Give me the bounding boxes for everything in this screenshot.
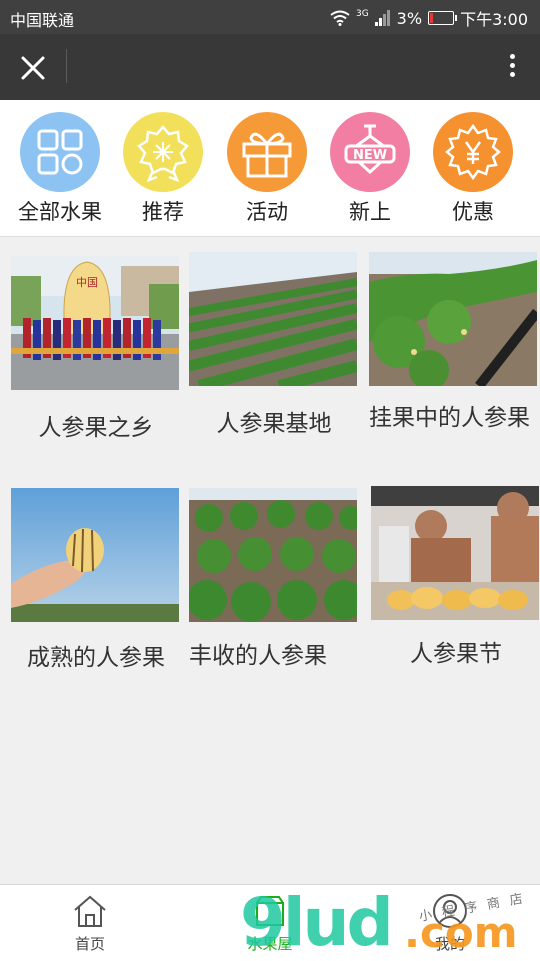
category-label: 全部水果 [18, 200, 102, 224]
category-bar: 全部水果 推荐 活动 NEW 新上 优惠 [0, 100, 540, 237]
carrier-name: 中国联通 [10, 11, 75, 30]
yen-coupon-icon [433, 112, 513, 192]
clock: 下午3:00 [460, 10, 528, 29]
category-new[interactable]: NEW 新上 [320, 112, 420, 226]
nav-bar [0, 34, 540, 100]
product-title: 成熟的人参果 [27, 645, 165, 671]
battery-percent: 3% [396, 8, 423, 28]
tab-home[interactable]: 首页 [0, 885, 180, 961]
tab-label: 水果屋 [247, 935, 293, 953]
category-label: 活动 [246, 200, 288, 224]
product-image [369, 252, 537, 386]
product-title: 挂果中的人参果 [369, 405, 530, 431]
product-image [371, 486, 539, 620]
status-bar: 中国联通 3G 3% 下午3:00 [0, 0, 540, 34]
gift-icon [227, 112, 307, 192]
tab-fruit-shop[interactable]: 水果屋 [180, 885, 360, 961]
wifi-icon [330, 10, 350, 26]
battery-icon [428, 11, 458, 25]
category-recommended[interactable]: 推荐 [113, 112, 213, 226]
nav-divider [66, 49, 67, 83]
category-activities[interactable]: 活动 [217, 112, 317, 226]
status-icons: 3G 3% 下午3:00 [330, 6, 528, 30]
svg-text:NEW: NEW [353, 148, 387, 163]
product-title: 人参果之乡 [38, 415, 154, 441]
shop-icon [256, 896, 284, 926]
product-title: 人参果基地 [216, 411, 332, 437]
more-vertical-icon [502, 54, 522, 77]
signal-icon [374, 10, 390, 26]
tab-bar: 首页 水果屋 我的 [0, 884, 540, 961]
product-card[interactable]: 人参果节 [371, 486, 540, 670]
tab-label: 我的 [434, 935, 465, 953]
product-card[interactable]: 人参果基地 [189, 252, 359, 440]
user-icon [433, 894, 467, 928]
svg-text:中国: 中国 [76, 276, 98, 289]
product-card[interactable]: 丰收的人参果 [189, 488, 359, 672]
tab-me[interactable]: 我的 [360, 885, 540, 961]
grid-apps-icon [20, 112, 100, 192]
product-image: 中国 [11, 256, 179, 390]
category-label: 推荐 [142, 200, 184, 224]
product-title: 人参果节 [410, 641, 502, 667]
close-icon [21, 56, 45, 80]
product-card[interactable]: 成熟的人参果 [11, 488, 181, 674]
home-icon [74, 895, 106, 927]
category-label: 新上 [349, 200, 391, 224]
product-card[interactable]: 中国 人参果之乡 [11, 256, 181, 444]
category-label: 优惠 [452, 200, 494, 224]
product-title: 丰收的人参果 [189, 643, 327, 669]
product-card[interactable]: 挂果中的人参果 [369, 252, 539, 434]
close-button[interactable] [16, 51, 50, 85]
product-image [189, 488, 357, 622]
more-menu-button[interactable] [502, 50, 522, 84]
product-image [189, 252, 357, 386]
product-image [11, 488, 179, 622]
tab-label: 首页 [74, 935, 105, 953]
network-type: 3G [355, 9, 369, 19]
category-all-fruits[interactable]: 全部水果 [10, 112, 110, 226]
category-discounts[interactable]: 优惠 [423, 112, 523, 226]
new-sign-icon: NEW [330, 112, 410, 192]
badge-star-icon [123, 112, 203, 192]
